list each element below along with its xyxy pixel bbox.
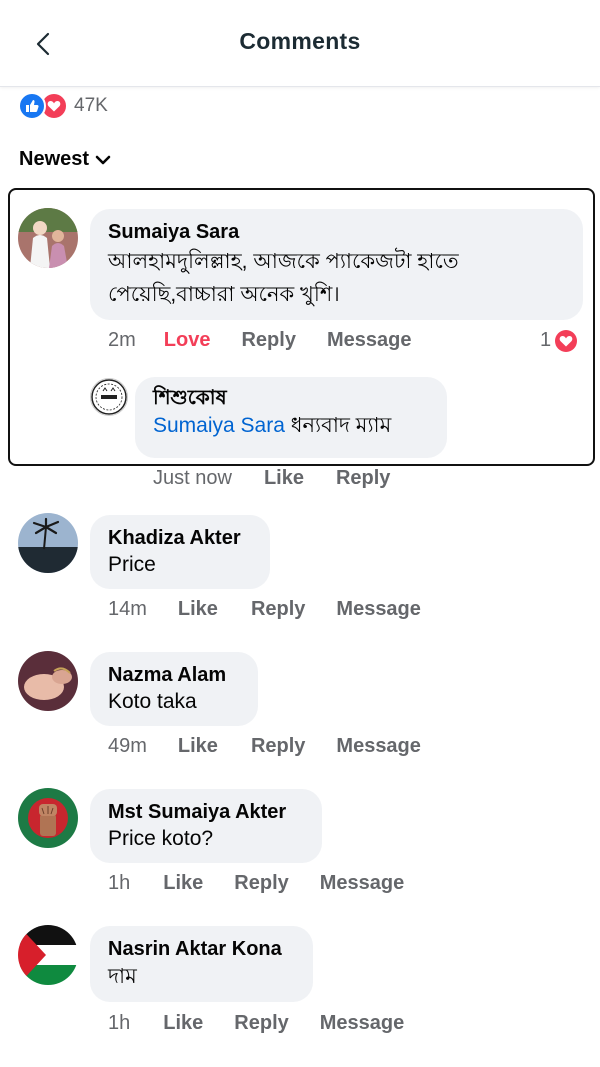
sort-dropdown[interactable]: Newest [19,148,111,171]
page-avatar[interactable] [90,378,128,416]
comment-text: আলহামদুলিল্লাহ, আজকে প্যাকেজটা হাতে পেয়… [108,250,459,306]
avatar[interactable] [18,513,78,573]
reply-time: Just now [153,467,232,489]
comment-author[interactable]: Mst Sumaiya Akter [108,799,304,825]
avatar[interactable] [18,925,78,985]
reply-body: ধন্যবাদ ম্যাম [290,414,392,437]
chevron-down-icon [95,155,111,164]
comment-time: 14m [108,598,147,620]
message-button[interactable]: Message [327,329,412,352]
avatar[interactable] [18,788,78,848]
message-button[interactable]: Message [336,598,421,621]
reply-button[interactable]: Reply [234,1012,288,1035]
like-button[interactable]: Like [264,467,304,490]
comment-actions: 49m Like Reply Message [108,735,421,758]
reply-button[interactable]: Reply [234,872,288,895]
comment-time: 1h [108,872,131,894]
comment-time: 2m [108,329,136,351]
heart-icon [555,329,578,352]
comment-bubble[interactable]: Nasrin Aktar Kona দাম [90,926,313,1002]
comment-bubble[interactable]: Nazma Alam Koto taka [90,652,258,726]
reaction-count: 47K [74,95,108,116]
like-reaction-icon [18,92,46,120]
like-button[interactable]: Like [163,872,203,895]
comment-text: Koto taka [108,690,197,713]
reactions-summary[interactable]: 47K [18,92,108,120]
comment-reaction-number: 1 [540,329,552,351]
reply-bubble[interactable]: শিশুকোষ Sumaiya Sara ধন্যবাদ ম্যাম [135,377,447,458]
reply-actions: Just now Like Reply [153,467,390,490]
comment-actions: 1h Like Reply Message [108,872,404,895]
love-button[interactable]: Love [164,329,211,352]
comment-text: Price koto? [108,827,214,850]
message-button[interactable]: Message [320,872,405,895]
reply-button[interactable]: Reply [336,467,390,490]
avatar[interactable] [18,651,78,711]
like-button[interactable]: Like [163,1012,203,1035]
reply-button[interactable]: Reply [241,329,295,352]
comment-bubble[interactable]: Sumaiya Sara আলহামদুলিল্লাহ, আজকে প্যাকে… [90,209,583,320]
comment-time: 1h [108,1012,131,1034]
comment-actions: 2m Love Reply Message [108,329,411,352]
comment-author[interactable]: Khadiza Akter [108,525,252,551]
reply-author[interactable]: শিশুকোষ [153,385,429,411]
like-button[interactable]: Like [178,598,218,621]
comment-actions: 14m Like Reply Message [108,598,421,621]
sort-label: Newest [19,148,90,170]
comment-text: Price [108,553,156,576]
avatar[interactable] [18,208,78,268]
top-bar: Comments [0,0,600,87]
comment-author[interactable]: Nasrin Aktar Kona [108,936,295,962]
comment-text: দাম [108,965,137,988]
comment-author[interactable]: Nazma Alam [108,662,240,688]
comment-actions: 1h Like Reply Message [108,1012,404,1035]
comment-author[interactable]: Sumaiya Sara [108,219,565,245]
comment-reaction-count[interactable]: 1 [540,329,578,352]
reply-text: Sumaiya Sara ধন্যবাদ ম্যাম [153,411,429,441]
message-button[interactable]: Message [336,735,421,758]
message-button[interactable]: Message [320,1012,405,1035]
comment-bubble[interactable]: Mst Sumaiya Akter Price koto? [90,789,322,863]
page-title: Comments [239,28,361,54]
comment-bubble[interactable]: Khadiza Akter Price [90,515,270,589]
reply-button[interactable]: Reply [251,735,305,758]
like-button[interactable]: Like [178,735,218,758]
mention-link[interactable]: Sumaiya Sara [153,414,285,437]
comment-time: 49m [108,735,147,757]
reply-button[interactable]: Reply [251,598,305,621]
